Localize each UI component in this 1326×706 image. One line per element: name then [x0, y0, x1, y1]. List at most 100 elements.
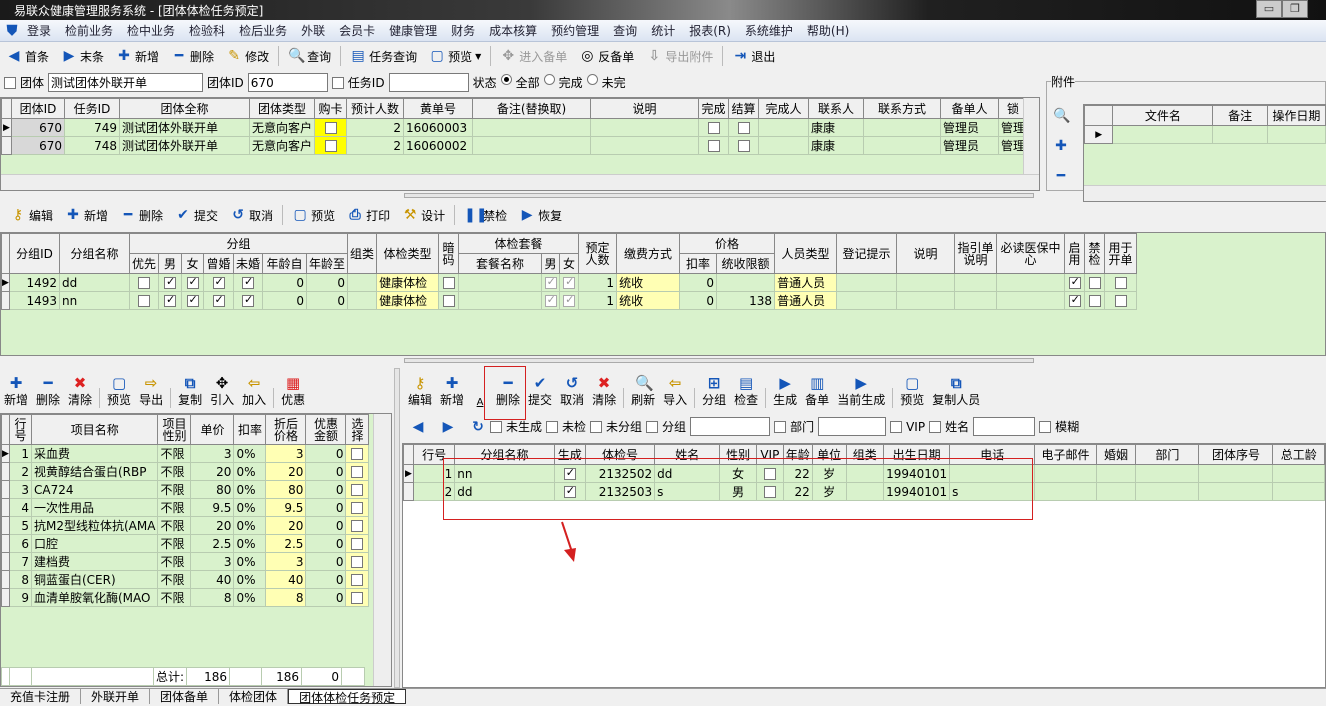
col-package-name[interactable]: 套餐名称: [458, 253, 543, 274]
column-header[interactable]: 项目名称: [30, 414, 159, 445]
cell[interactable]: [698, 136, 730, 155]
table-row[interactable]: 6 口腔 不限 2.5 0% 2.5 0: [1, 534, 370, 553]
col-ban[interactable]: 禁检: [1084, 233, 1106, 274]
items-button-4[interactable]: ▢ 预览: [103, 375, 135, 408]
people-button-11[interactable]: ▤ 检查: [730, 375, 762, 408]
people-button-6[interactable]: ↺ 取消: [556, 375, 588, 408]
row-indicator[interactable]: [1, 552, 10, 571]
col-code[interactable]: 暗码: [438, 233, 460, 274]
table-row[interactable]: 5 抗M2型线粒体抗(AMA 不限 20 0% 20 0: [1, 516, 370, 535]
tab-1[interactable]: 充值卡注册: [0, 689, 82, 704]
row-indicator[interactable]: ▶: [1, 273, 10, 292]
row-indicator[interactable]: ▶: [403, 464, 414, 483]
column-header[interactable]: 联系方式: [863, 98, 942, 119]
cell[interactable]: [314, 136, 348, 155]
people-button-5[interactable]: ✔ 提交: [524, 375, 556, 408]
splitter-middle[interactable]: [404, 358, 1034, 363]
splitter-top[interactable]: [404, 193, 1034, 198]
cell[interactable]: [345, 570, 370, 589]
group-toolbar-button-3[interactable]: ━ 删除: [114, 207, 169, 224]
attachment-search-icon[interactable]: 🔍: [1053, 108, 1070, 124]
toolbar-button-6[interactable]: 🔍 查询: [282, 48, 337, 65]
col-rate[interactable]: 扣率: [679, 253, 718, 274]
column-header[interactable]: 说明: [590, 98, 700, 119]
group-toolbar-button-7[interactable]: ⎙ 打印: [341, 207, 396, 224]
row-indicator[interactable]: [1, 516, 10, 535]
cell[interactable]: [728, 118, 760, 137]
menu-item[interactable]: 会员卡: [332, 22, 382, 39]
task-grid-vscrollbar[interactable]: [1023, 98, 1039, 174]
splitter-vertical[interactable]: [394, 368, 400, 688]
cell[interactable]: [158, 291, 183, 310]
group-toolbar-button-6[interactable]: ▢ 预览: [286, 207, 341, 224]
menu-item[interactable]: 检验科: [182, 22, 232, 39]
checkbox[interactable]: [351, 520, 364, 532]
col-pay[interactable]: 缴费方式: [616, 233, 681, 274]
toolbar-button-12[interactable]: ⇥ 退出: [726, 48, 781, 65]
people-button-13[interactable]: ▥ 备单: [801, 375, 833, 408]
next-icon[interactable]: ▶: [440, 419, 456, 435]
cell[interactable]: [158, 273, 183, 292]
checkbox[interactable]: [1068, 293, 1081, 307]
toolbar-button-5[interactable]: ✎ 修改: [220, 48, 275, 65]
column-header[interactable]: 项目性别: [157, 414, 192, 445]
col-person-type[interactable]: 人员类型: [774, 233, 838, 274]
checkbox[interactable]: [351, 466, 364, 478]
col-limit[interactable]: 统收限额: [716, 253, 776, 274]
column-header[interactable]: 购卡: [314, 98, 348, 119]
checkbox[interactable]: [351, 592, 364, 604]
col-female[interactable]: 女: [181, 253, 205, 274]
checkbox[interactable]: [544, 275, 557, 289]
checkbox[interactable]: [351, 574, 364, 586]
people-button-16[interactable]: ⧉ 复制人员: [928, 375, 984, 408]
cell[interactable]: [1064, 273, 1086, 292]
checkbox[interactable]: [351, 556, 364, 568]
checkbox[interactable]: [563, 293, 576, 307]
checkbox[interactable]: [1088, 277, 1101, 289]
group-id-input[interactable]: [247, 73, 328, 92]
group-filter-checkbox[interactable]: [646, 420, 659, 433]
col-desc[interactable]: 说明: [896, 233, 956, 274]
table-row[interactable]: 7 建档费 不限 3 0% 3 0: [1, 552, 370, 571]
table-row[interactable]: 9 血清单胺氧化酶(MAO 不限 8 0% 8 0: [1, 588, 370, 607]
status-radio[interactable]: [500, 74, 512, 85]
cell[interactable]: [233, 291, 264, 310]
group-toolbar-button-1[interactable]: ⚷ 编辑: [4, 207, 59, 224]
checkbox[interactable]: [186, 293, 199, 307]
checkbox[interactable]: [707, 122, 720, 134]
toolbar-button-2[interactable]: ▶ 末条: [55, 48, 110, 65]
menu-item[interactable]: 帮助(H): [800, 22, 856, 39]
toolbar-button-11[interactable]: ⇩ 导出附件: [640, 48, 719, 65]
menu-item[interactable]: 统计: [644, 22, 682, 39]
ungrouped-checkbox[interactable]: [590, 420, 603, 433]
not-generated-checkbox[interactable]: [490, 420, 502, 433]
table-row[interactable]: 1493nn00健康体检1统收0138普通人员: [1, 291, 1138, 310]
cell[interactable]: [345, 480, 370, 499]
col-package-male[interactable]: 男: [541, 253, 561, 274]
cell[interactable]: [181, 291, 205, 310]
column-header[interactable]: 文件名: [1112, 105, 1214, 126]
tab-5[interactable]: 团体体检任务预定: [288, 689, 407, 705]
cell[interactable]: [181, 273, 205, 292]
table-row[interactable]: 3 CA724 不限 80 0% 80 0: [1, 480, 370, 499]
items-button-7[interactable]: ✥ 引入: [206, 375, 238, 408]
column-header[interactable]: 团体序号: [1198, 444, 1274, 465]
people-button-8[interactable]: 🔍 刷新: [627, 375, 659, 408]
tab-2[interactable]: 外联开单: [81, 689, 151, 704]
checkbox[interactable]: [442, 295, 455, 307]
items-button-1[interactable]: ✚ 新增: [0, 375, 32, 408]
cell[interactable]: [345, 534, 370, 553]
column-header[interactable]: 单价: [190, 414, 235, 445]
people-button-12[interactable]: ▶ 生成: [769, 375, 801, 408]
row-indicator[interactable]: [1, 570, 10, 589]
row-indicator[interactable]: ▶: [1, 118, 12, 137]
toolbar-button-4[interactable]: ━ 删除: [165, 48, 220, 65]
cell[interactable]: [345, 498, 370, 517]
col-prio[interactable]: 优先: [128, 253, 160, 274]
table-row[interactable]: ▶1492dd00健康体检1统收0普通人员: [1, 273, 1138, 292]
col-single[interactable]: 未婚: [233, 253, 264, 274]
checkbox[interactable]: [138, 295, 150, 307]
toolbar-button-3[interactable]: ✚ 新增: [110, 48, 165, 65]
table-row[interactable]: ▶ 1 采血费 不限 3 0% 3 0: [1, 444, 370, 463]
people-button-1[interactable]: ⚷ 编辑: [404, 375, 436, 408]
